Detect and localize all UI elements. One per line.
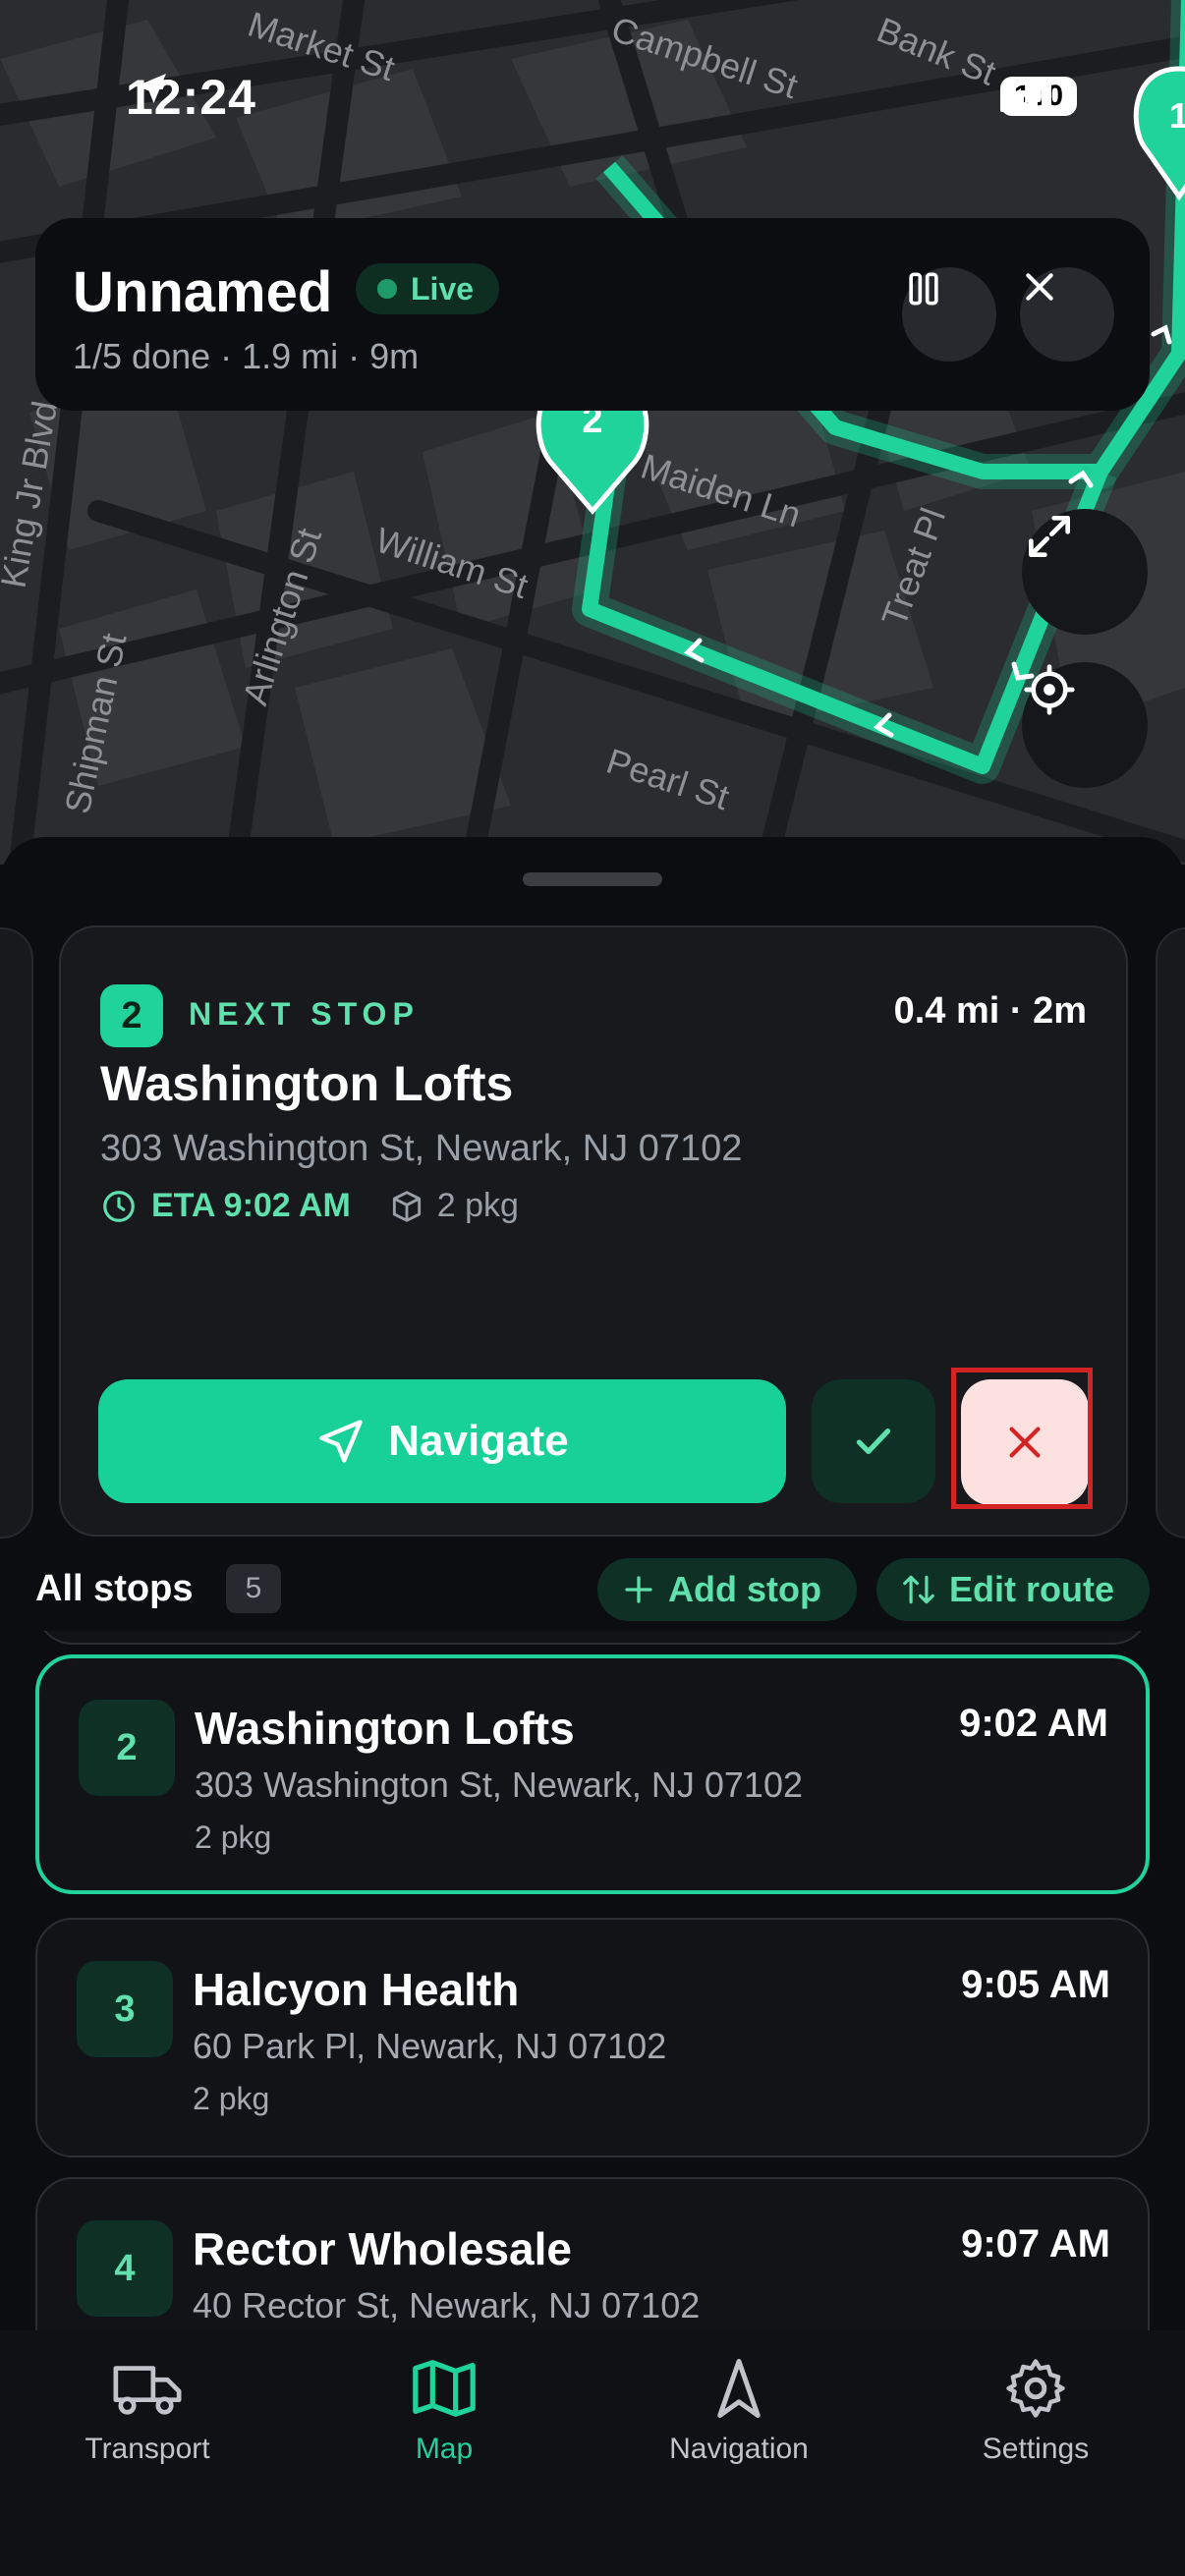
- stop-number: 4: [77, 2220, 173, 2317]
- edit-route-button[interactable]: Edit route: [876, 1558, 1150, 1621]
- recenter-button[interactable]: [1022, 662, 1148, 788]
- stop-time: 9:05 AM: [961, 1963, 1110, 2006]
- expand-map-button[interactable]: [1022, 509, 1148, 635]
- highlight-box: [951, 1368, 1093, 1509]
- tab-transport[interactable]: Transport: [29, 2356, 265, 2466]
- stop-time: 9:07 AM: [961, 2222, 1110, 2266]
- truck-icon: [113, 2366, 182, 2415]
- route-title: Unnamed: [73, 260, 333, 324]
- stops-list-header: All stops 5 Add stop Edit route: [35, 1554, 1150, 1625]
- close-icon: [1026, 273, 1053, 301]
- stop-packages: 2 pkg: [193, 2081, 270, 2116]
- stop-row-3[interactable]: 3 Halcyon Health 60 Park Pl, Newark, NJ …: [35, 1918, 1150, 2157]
- add-stop-button[interactable]: Add stop: [597, 1558, 857, 1621]
- next-stop-label: NEXT STOP: [189, 996, 420, 1032]
- stops-list[interactable]: 2 Washington Lofts 303 Washington St, Ne…: [0, 1631, 1185, 2332]
- stop-address: 40 Rector St, Newark, NJ 07102: [193, 2285, 701, 2325]
- live-dot-icon: [377, 279, 397, 299]
- clock-icon: [103, 1190, 135, 1222]
- route-summary: 1/5 done · 1.9 mi · 9m: [73, 336, 420, 376]
- tab-navigation[interactable]: Navigation: [621, 2356, 857, 2466]
- tab-label: Navigation: [669, 2433, 809, 2465]
- stop-name: Halcyon Health: [193, 1964, 520, 2015]
- eta-row: ETA 9:02 AM 2 pkg: [100, 1187, 519, 1225]
- tab-label: Settings: [982, 2433, 1090, 2465]
- pause-icon: [909, 272, 938, 306]
- expand-icon: [1029, 516, 1070, 557]
- prev-card-peek[interactable]: [0, 927, 33, 1539]
- end-route-button[interactable]: [1020, 267, 1114, 362]
- stop-number: 3: [77, 1961, 173, 2057]
- tab-bar: Transport Map Navigation Settings: [0, 2330, 1185, 2576]
- tab-settings[interactable]: Settings: [918, 2356, 1154, 2466]
- package-icon: [392, 1190, 421, 1222]
- stop-name: Rector Wholesale: [193, 2223, 572, 2274]
- live-badge: Live: [356, 263, 500, 314]
- package-count: 2 pkg: [436, 1187, 519, 1224]
- navigation-arrow-icon: [717, 2359, 761, 2418]
- bottom-sheet: 2 NEXT STOP 0.4 mi · 2m Washington Lofts…: [0, 837, 1185, 2332]
- add-stop-label: Add stop: [668, 1569, 821, 1609]
- map-icon: [413, 2360, 476, 2417]
- list-item-previous[interactable]: [35, 1631, 1150, 1645]
- tab-map[interactable]: Map: [326, 2356, 562, 2466]
- status-indicators: 100: [1000, 77, 1077, 116]
- complete-stop-button[interactable]: [812, 1379, 935, 1503]
- edit-route-label: Edit route: [949, 1569, 1114, 1609]
- next-card-peek[interactable]: [1156, 927, 1185, 1539]
- status-bar: 12:24 100: [0, 0, 1185, 196]
- reorder-arrows-icon: [903, 1575, 934, 1604]
- plus-icon: [625, 1576, 652, 1603]
- street-label: Pearl St: [602, 741, 734, 818]
- next-stop-card: 2 NEXT STOP 0.4 mi · 2m Washington Lofts…: [59, 925, 1128, 1537]
- tab-label: Transport: [85, 2433, 210, 2465]
- stop-address: 303 Washington St, Newark, NJ 07102: [195, 1764, 803, 1805]
- stop-row-4[interactable]: 4 Rector Wholesale 40 Rector St, Newark,…: [35, 2177, 1150, 2332]
- stop-address: 60 Park Pl, Newark, NJ 07102: [193, 2026, 667, 2066]
- stop-number: 2: [79, 1700, 175, 1796]
- sheet-grabber[interactable]: [523, 872, 662, 886]
- navigate-label: Navigate: [388, 1417, 569, 1465]
- next-stop-distance: 0.4 mi · 2m: [893, 990, 1087, 1032]
- stop-name: Washington Lofts: [195, 1703, 575, 1754]
- stop-row-2[interactable]: 2 Washington Lofts 303 Washington St, Ne…: [35, 1654, 1150, 1894]
- gear-icon: [1006, 2359, 1065, 2418]
- stop-packages: 2 pkg: [195, 1820, 272, 1855]
- tab-label: Map: [415, 2433, 474, 2465]
- location-arrow-icon: [137, 74, 166, 103]
- stops-title: All stops: [35, 1568, 194, 1609]
- next-stop-name: Washington Lofts: [100, 1056, 514, 1111]
- next-stop-number: 2: [100, 984, 163, 1047]
- navigate-icon: [319, 1420, 363, 1463]
- checkmark-icon: [856, 1428, 891, 1455]
- route-header-card: Unnamed Live 1/5 done · 1.9 mi · 9m: [35, 218, 1150, 411]
- pause-button[interactable]: [902, 267, 996, 362]
- navigate-button[interactable]: Navigate: [98, 1379, 786, 1503]
- status-time: 12:24: [126, 69, 256, 126]
- stop-time: 9:02 AM: [959, 1702, 1108, 1745]
- live-label: Live: [411, 271, 475, 307]
- next-stop-address: 303 Washington St, Newark, NJ 07102: [100, 1128, 743, 1169]
- eta-text: ETA 9:02 AM: [151, 1187, 351, 1224]
- crosshair-icon: [1024, 664, 1075, 715]
- wifi-icon: [1001, 78, 1048, 112]
- stops-count-badge: 5: [226, 1564, 281, 1613]
- map-view[interactable]: Market St Campbell St Bank St Maiden Ln …: [0, 0, 1185, 865]
